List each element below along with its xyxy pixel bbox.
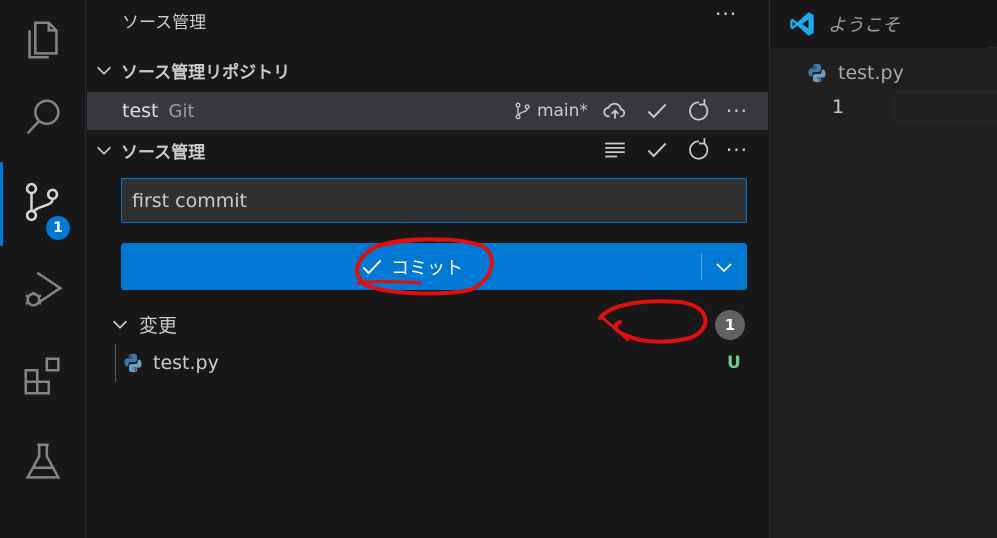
tab-welcome[interactable]: ようこそ (770, 0, 988, 48)
commit-check-button[interactable] (642, 135, 672, 165)
chevron-down-icon (96, 146, 112, 155)
commit-button[interactable]: コミット (121, 243, 701, 290)
testing-icon (25, 443, 61, 479)
repo-kind: Git (168, 100, 195, 122)
tab-label: ようこそ (828, 15, 900, 36)
python-icon (808, 63, 826, 83)
commit-button-label: コミット (391, 257, 463, 279)
line-number: 1 (832, 96, 845, 118)
chevron-down-icon (96, 66, 112, 75)
repositories-section-label: ソース管理リポジトリ (121, 62, 291, 83)
chevron-down-icon (716, 262, 732, 272)
sidebar-more-button[interactable]: ··· (715, 2, 737, 26)
branch-switcher[interactable]: main* (513, 101, 588, 121)
repo-name: test (122, 100, 159, 122)
activity-bar: 1 (0, 0, 86, 538)
vscode-icon (790, 12, 814, 36)
testing-button[interactable] (0, 422, 86, 502)
extensions-icon (24, 357, 60, 395)
source-control-section-label: ソース管理 (121, 142, 206, 163)
explorer-button[interactable] (0, 0, 86, 80)
changed-file-row[interactable]: test.py U (87, 344, 768, 382)
list-icon (605, 142, 625, 158)
file-status-untracked: U (727, 353, 741, 373)
commit-message-input[interactable] (121, 178, 747, 223)
breadcrumb[interactable]: test.py (770, 58, 904, 88)
repo-commit-button[interactable] (642, 96, 672, 126)
cloud-upload-icon (603, 102, 626, 119)
search-icon (26, 99, 60, 135)
repo-refresh-button[interactable] (684, 96, 714, 126)
source-control-badge: 1 (44, 214, 72, 242)
repository-row[interactable]: test Git main* ··· (87, 92, 768, 130)
commit-dropdown-button[interactable] (701, 243, 747, 290)
chevron-down-icon (112, 320, 128, 329)
changed-file-name: test.py (153, 352, 219, 374)
current-line-highlight[interactable] (894, 92, 997, 122)
python-icon (124, 353, 142, 373)
branch-name: main* (536, 101, 588, 121)
view-as-tree-button[interactable] (600, 135, 630, 165)
source-control-button[interactable]: 1 (0, 162, 86, 246)
refresh-icon (689, 138, 709, 160)
changes-group[interactable]: 変更 1 (87, 306, 768, 342)
source-control-more-button[interactable]: ··· (726, 138, 748, 162)
files-icon (28, 21, 58, 59)
changes-label: 変更 (139, 314, 178, 337)
check-icon (647, 103, 667, 119)
publish-button[interactable] (600, 96, 630, 126)
sidebar-title: ソース管理 (122, 13, 207, 33)
repositories-section-header[interactable]: ソース管理リポジトリ (87, 52, 768, 88)
refresh-icon (689, 99, 709, 121)
extensions-button[interactable] (0, 336, 86, 416)
check-icon (647, 142, 667, 158)
check-icon (362, 259, 382, 274)
editor-area: ようこそ test.py 1 (769, 0, 997, 538)
tab-strip: ようこそ (770, 0, 997, 48)
search-button[interactable] (0, 78, 86, 158)
source-control-sidebar: ソース管理 ··· ソース管理リポジトリ test Git main* ··· … (87, 0, 768, 538)
repo-more-button[interactable]: ··· (726, 99, 748, 123)
run-debug-icon (25, 271, 63, 307)
breadcrumb-file: test.py (838, 62, 904, 84)
tree-indent-guide (115, 344, 116, 382)
branch-icon (515, 102, 530, 120)
run-debug-button[interactable] (0, 250, 86, 330)
refresh-button[interactable] (684, 135, 714, 165)
changes-count-badge: 1 (715, 310, 745, 340)
